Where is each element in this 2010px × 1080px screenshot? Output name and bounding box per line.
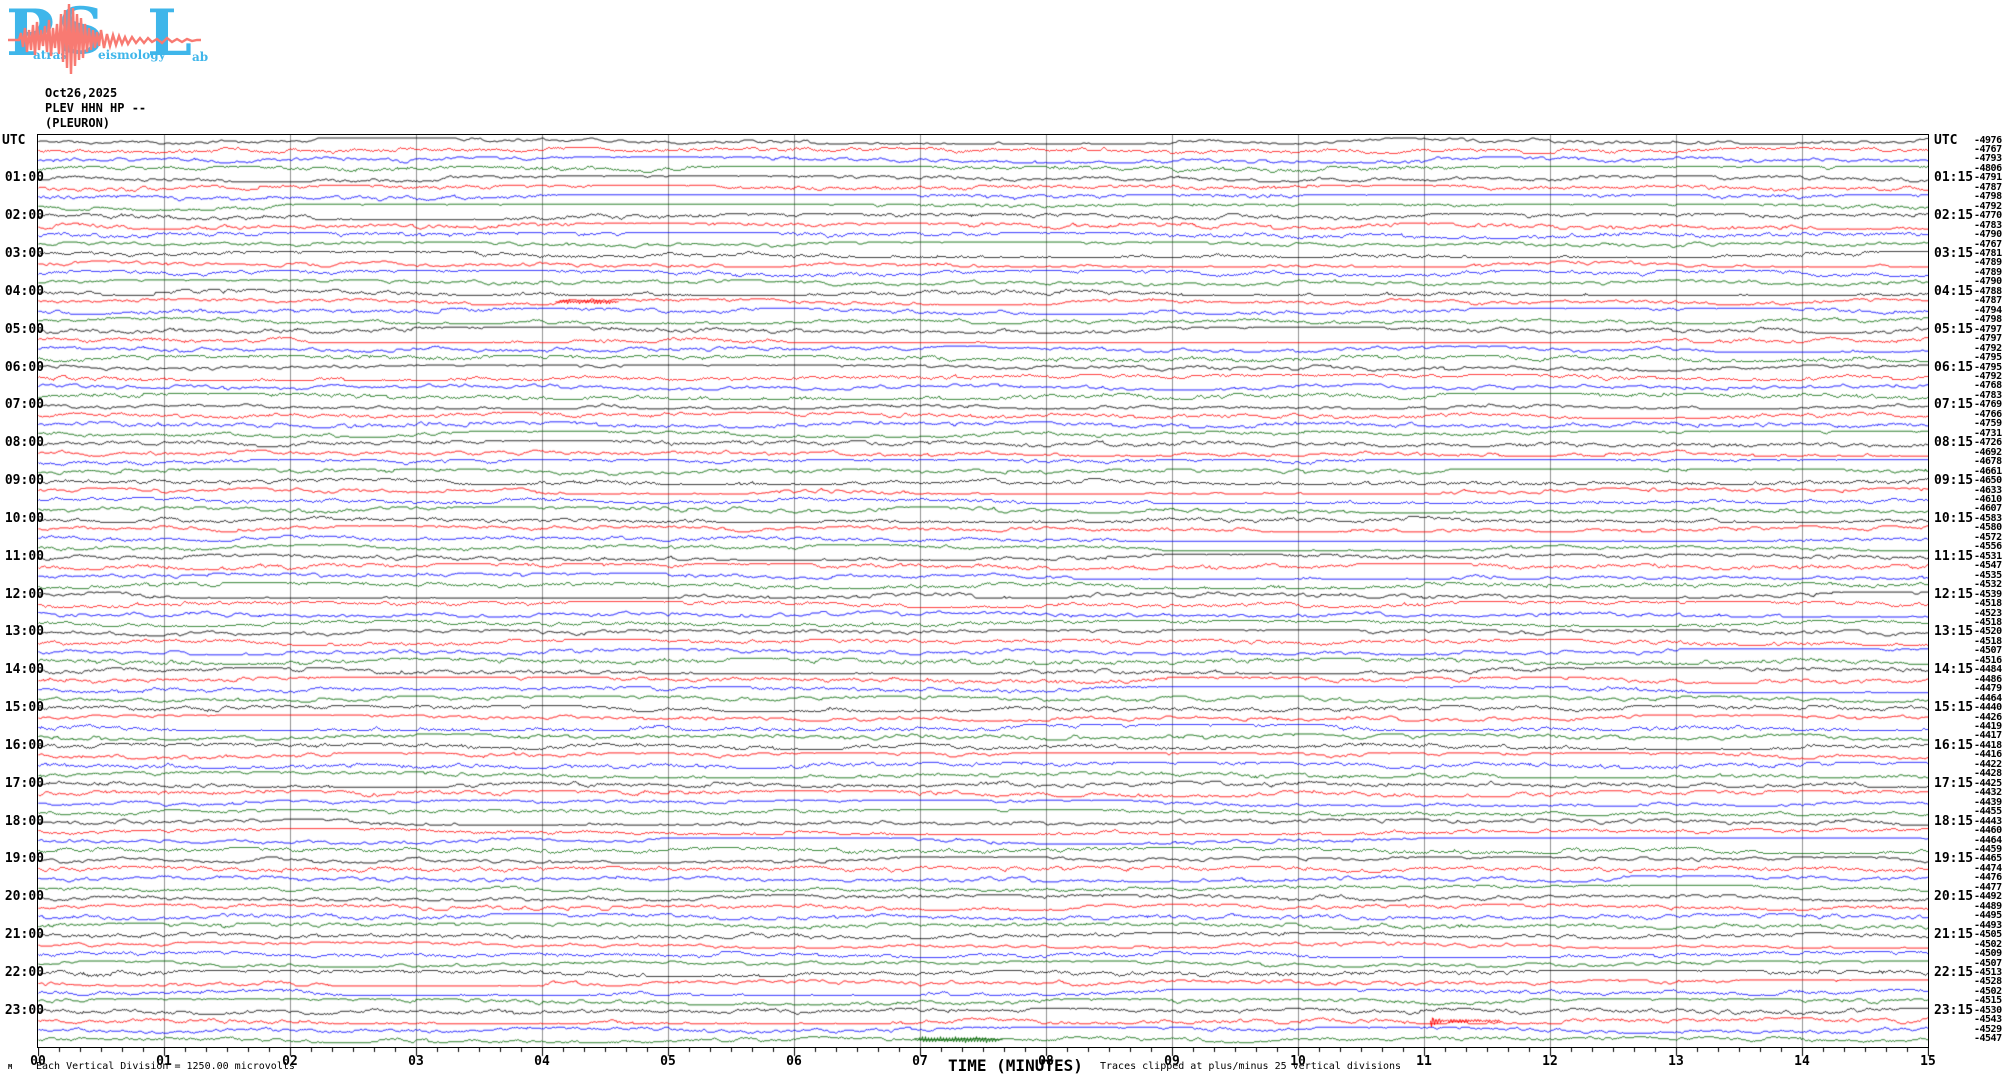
right-hour-label: 21:15: [1934, 927, 1974, 943]
right-hour-label: 10:15: [1934, 510, 1974, 526]
right-hour-label: 15:15: [1934, 700, 1974, 716]
x-tick-label: 03: [408, 1054, 424, 1069]
right-trace-value: -4547: [1974, 1033, 2002, 1045]
left-hour-label: 17:00: [4, 775, 44, 791]
left-axis-utc-label: UTC: [2, 133, 26, 148]
header-date: Oct26,2025: [45, 86, 118, 100]
right-hour-label: 05:15: [1934, 321, 1974, 337]
left-hour-label: 01:00: [4, 170, 44, 186]
left-hour-label: 07:00: [4, 397, 44, 413]
right-hour-label: 14:15: [1934, 662, 1974, 678]
right-hour-label: 08:15: [1934, 435, 1974, 451]
x-tick-label: 13: [1668, 1054, 1684, 1069]
left-hour-label: 19:00: [4, 851, 44, 867]
left-hour-label: 08:00: [4, 435, 44, 451]
left-hour-label: 03:00: [4, 246, 44, 262]
left-hour-label: 16:00: [4, 737, 44, 753]
x-tick-label: 08: [1038, 1054, 1054, 1069]
left-hour-label: 06:00: [4, 359, 44, 375]
right-hour-label: 11:15: [1934, 548, 1974, 564]
footer-clip-note: Traces clipped at plus/minus 25 vertical…: [1100, 1061, 1402, 1072]
x-tick-label: 11: [1416, 1054, 1432, 1069]
right-hour-label: 02:15: [1934, 208, 1974, 224]
right-hour-label: 12:15: [1934, 586, 1974, 602]
seismogram-waveform-icon: [8, 3, 201, 75]
psl-logo: P atras S eismology L ab: [6, 0, 216, 80]
left-hour-label: 09:00: [4, 473, 44, 489]
right-hour-label: 16:15: [1934, 737, 1974, 753]
x-tick-label: 06: [786, 1054, 802, 1069]
seismogram-trace-canvas: [38, 135, 1928, 1047]
right-axis-utc-label: UTC: [1934, 133, 1958, 148]
x-tick-label: 15: [1920, 1054, 1936, 1069]
x-tick-label: 05: [660, 1054, 676, 1069]
right-hour-label: 09:15: [1934, 473, 1974, 489]
right-hour-label: 22:15: [1934, 964, 1974, 980]
x-tick-label: 01: [156, 1054, 172, 1069]
right-hour-label: 03:15: [1934, 246, 1974, 262]
left-hour-label: 22:00: [4, 964, 44, 980]
x-tick-label: 09: [1164, 1054, 1180, 1069]
header-station: PLEV HHN HP --: [45, 101, 147, 115]
right-hour-label: 01:15: [1934, 170, 1974, 186]
x-tick-label: 10: [1290, 1054, 1306, 1069]
left-hour-label: 12:00: [4, 586, 44, 602]
right-hour-label: 13:15: [1934, 624, 1974, 640]
right-hour-label: 23:15: [1934, 1002, 1974, 1018]
header-location: (PLEURON): [45, 116, 111, 130]
webicorder-page: { "logo": { "letter_p": "P", "word_p": "…: [0, 0, 2010, 1080]
left-hour-label: 14:00: [4, 662, 44, 678]
right-hour-label: 19:15: [1934, 851, 1974, 867]
left-hour-label: 13:00: [4, 624, 44, 640]
left-hour-label: 11:00: [4, 548, 44, 564]
x-tick-label: 14: [1794, 1054, 1810, 1069]
left-hour-label: 18:00: [4, 813, 44, 829]
left-hour-label: 15:00: [4, 700, 44, 716]
right-hour-label: 04:15: [1934, 283, 1974, 299]
x-tick-label: 07: [912, 1054, 928, 1069]
left-hour-label: 23:00: [4, 1002, 44, 1018]
right-hour-label: 17:15: [1934, 775, 1974, 791]
footer-mini-mark-icon: M: [8, 1063, 13, 1071]
helicorder-plot-area: [37, 134, 1929, 1048]
left-hour-label: 20:00: [4, 889, 44, 905]
left-hour-label: 02:00: [4, 208, 44, 224]
left-hour-label: 04:00: [4, 283, 44, 299]
x-tick-label: 12: [1542, 1054, 1558, 1069]
right-hour-label: 18:15: [1934, 813, 1974, 829]
left-hour-label: 10:00: [4, 510, 44, 526]
right-hour-label: 20:15: [1934, 889, 1974, 905]
x-tick-label: 04: [534, 1054, 550, 1069]
x-tick-label: 02: [282, 1054, 298, 1069]
x-axis-title: TIME (MINUTES): [948, 1056, 1083, 1075]
right-hour-label: 06:15: [1934, 359, 1974, 375]
x-tick-label: 00: [30, 1054, 46, 1069]
left-hour-label: 21:00: [4, 927, 44, 943]
right-hour-label: 07:15: [1934, 397, 1974, 413]
left-hour-label: 05:00: [4, 321, 44, 337]
